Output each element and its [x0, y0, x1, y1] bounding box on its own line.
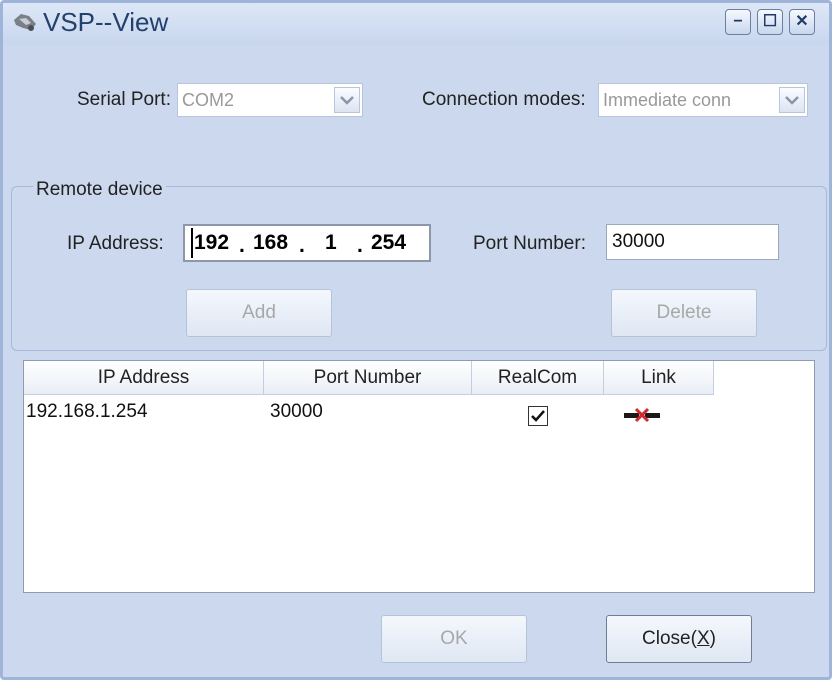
footer-bar: OK Close(X)	[3, 596, 829, 677]
close-icon: ✕	[795, 13, 809, 30]
title-bar[interactable]: VSP--View − ☐ ✕	[3, 3, 829, 45]
chevron-down-icon	[340, 96, 354, 105]
minimize-button[interactable]: −	[725, 9, 751, 35]
column-header-port-number[interactable]: Port Number	[264, 361, 472, 395]
ip-dot-2: .	[299, 234, 305, 257]
serial-port-value: COM2	[182, 90, 235, 110]
column-header-ip-address[interactable]: IP Address	[24, 361, 264, 395]
ip-address-label: IP Address:	[67, 233, 164, 254]
close-button[interactable]: Close(X)	[606, 615, 752, 663]
remote-device-group-title: Remote device	[33, 179, 166, 201]
serial-port-select[interactable]: COM2	[177, 83, 363, 117]
add-button[interactable]: Add	[186, 289, 332, 337]
port-number-label: Port Number:	[473, 233, 586, 254]
chevron-down-icon	[785, 96, 799, 105]
connection-modes-label: Connection modes:	[422, 89, 586, 110]
connection-modes-select[interactable]: Immediate conn	[598, 83, 808, 117]
ip-address-field[interactable]: 192 . 168 . 1 . 254	[183, 224, 431, 262]
close-button-label: Close	[642, 628, 691, 649]
ip-dot-3: .	[357, 234, 363, 257]
delete-button[interactable]: Delete	[611, 289, 757, 337]
port-number-field[interactable]: 30000	[606, 224, 779, 260]
connection-modes-dropdown-arrow[interactable]	[779, 87, 805, 113]
checkmark-icon	[531, 410, 545, 422]
ip-octet-4: 254	[371, 231, 407, 254]
text-cursor	[191, 228, 193, 258]
window-title: VSP--View	[43, 7, 169, 37]
ip-dot-1: .	[239, 234, 245, 257]
maximize-button[interactable]: ☐	[757, 9, 783, 35]
serial-port-label: Serial Port:	[77, 89, 171, 110]
close-window-button[interactable]: ✕	[789, 9, 815, 35]
ip-octet-2: 168	[253, 231, 289, 254]
column-header-realcom[interactable]: RealCom	[472, 361, 604, 395]
maximize-icon: ☐	[762, 13, 778, 30]
close-button-shortcut-close: )	[709, 628, 716, 649]
serial-port-dropdown-arrow[interactable]	[334, 87, 360, 113]
vsp-view-window: VSP--View − ☐ ✕ Serial Port: COM2 Connec…	[0, 0, 832, 680]
close-button-shortcut-key: X	[696, 628, 710, 649]
app-icon	[14, 14, 36, 31]
column-header-link[interactable]: Link	[604, 361, 714, 395]
ok-button[interactable]: OK	[381, 615, 527, 663]
row-port-number: 30000	[270, 401, 323, 422]
port-number-value: 30000	[612, 231, 665, 252]
minimize-icon: −	[733, 13, 743, 30]
ip-octet-3: 1	[325, 231, 337, 254]
disconnected-link-icon	[624, 407, 660, 423]
realcom-checkbox[interactable]	[528, 406, 548, 426]
remote-device-list[interactable]: IP Address Port Number RealCom Link 192.…	[23, 360, 815, 593]
connection-modes-value: Immediate conn	[603, 90, 732, 110]
row-ip-address: 192.168.1.254	[26, 401, 148, 422]
ip-octet-1: 192	[194, 231, 230, 254]
